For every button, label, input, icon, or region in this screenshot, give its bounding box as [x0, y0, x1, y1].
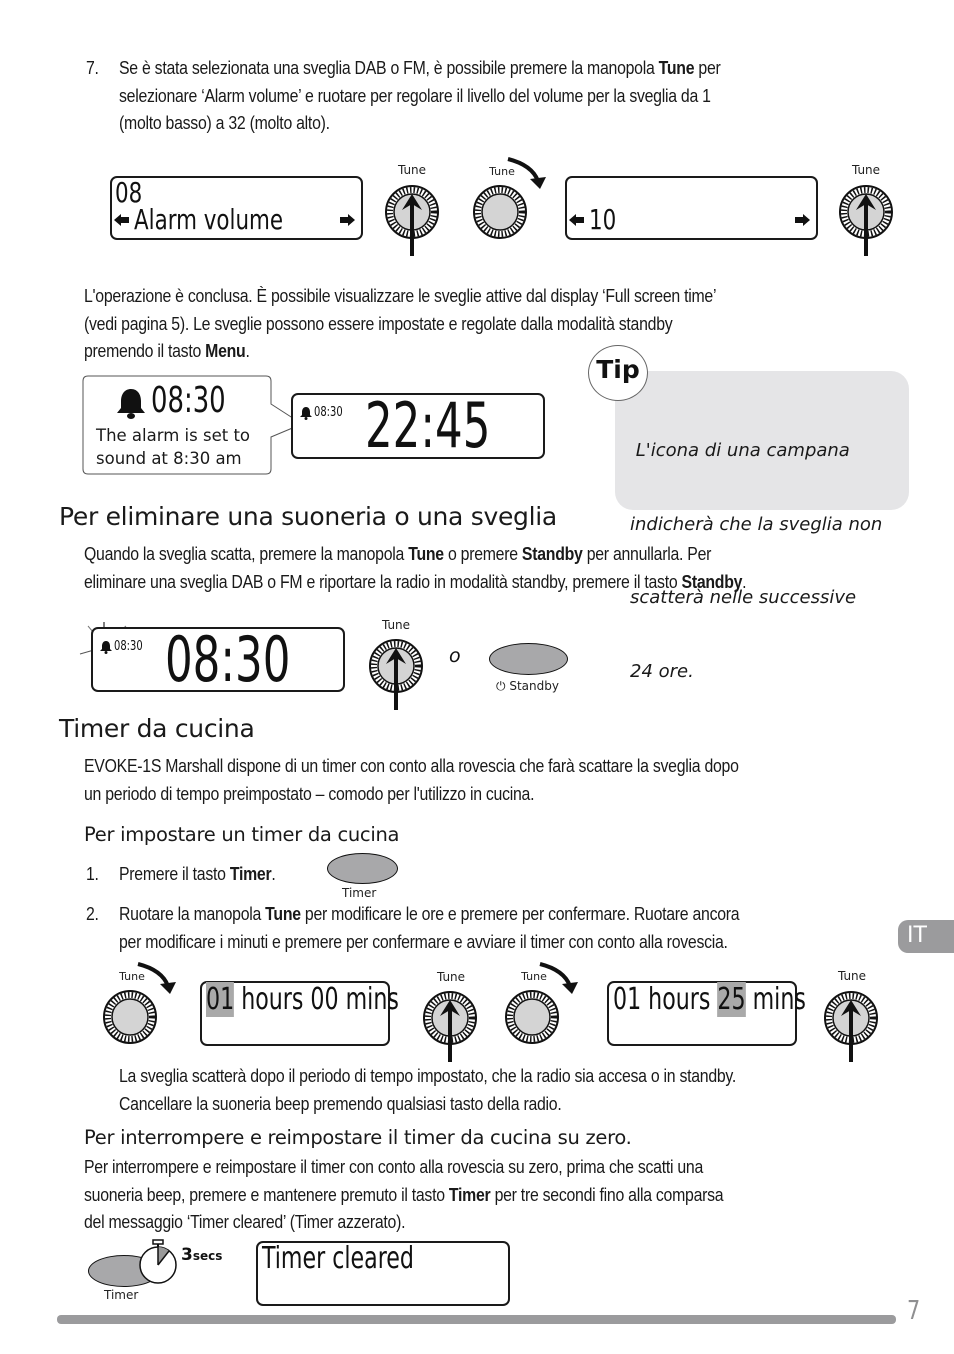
lcd-alarm-ringing: 08:30 08:30 [91, 623, 345, 696]
knob-label: Tune [397, 163, 427, 177]
power-icon: ⏻ [496, 679, 506, 693]
bell-icon [114, 386, 148, 425]
tune-knob-rotate-icon [473, 157, 546, 239]
reset-timer-text: Per interrompere e reimpostare il timer … [84, 1157, 724, 1232]
lcd-timer-hours: 01 hours 00 mins [200, 981, 399, 1046]
or-label: o [449, 645, 461, 667]
tune-knob-press-icon [369, 639, 423, 710]
conclusion-text: L'operazione è conclusa. È possibile vis… [84, 286, 717, 361]
callout-description: The alarm is set to sound at 8:30 am [96, 426, 251, 468]
language-tab: IT [898, 920, 954, 953]
standby-button[interactable] [489, 643, 568, 675]
tune-knob-rotate-icon [505, 962, 578, 1044]
tune-knob-press[interactable] [368, 634, 428, 717]
section-heading-kitchen-timer: Timer da cucina [59, 714, 255, 743]
lcd-small-alarm-time: 08:30 [314, 405, 343, 420]
lcd-big-time: 22:45 [365, 389, 491, 462]
lcd-clock-display: 08:30 22:45 [291, 389, 545, 462]
lcd-volume-value: 10 [565, 176, 818, 240]
step-1-number: 1. [86, 864, 99, 884]
tune-knob-rotate-icon [103, 962, 176, 1044]
page-footer-bar [57, 1315, 896, 1324]
lcd-alarm-volume: 08 Alarm volume [110, 176, 363, 240]
knob-label: Tune [381, 618, 411, 632]
knob-label: Tune [436, 970, 466, 984]
tune-knob-press-icon [423, 991, 477, 1062]
page-number: 7 [907, 1296, 921, 1326]
lcd-timer-minutes: 01 hours 25 mins [607, 981, 806, 1046]
kitchen-timer-intro: EVOKE-1S Marshall dispone di un timer co… [84, 756, 739, 804]
timer-button[interactable] [327, 853, 398, 884]
tune-knob-press-icon [839, 185, 893, 256]
standby-button-label: ⏻ Standby [496, 679, 559, 693]
lcd-timer-cleared: Timer cleared [256, 1241, 510, 1306]
step-7-text: Se è stata selezionata una sveglia DAB o… [119, 58, 721, 133]
stopwatch-icon [138, 1238, 182, 1291]
lcd-timer-text: 01 hours 25 mins [613, 982, 806, 1017]
tune-knob-press[interactable] [422, 986, 482, 1069]
section-heading-cancel-alarm: Per eliminare una suoneria o una sveglia [59, 502, 557, 531]
tune-knob-press-icon [385, 185, 439, 256]
callout-alarm-time: 08:30 [151, 380, 226, 421]
step-2-number: 2. [86, 904, 99, 924]
cancel-alarm-text: Quando la sveglia scatta, premere la man… [84, 544, 747, 592]
bell-small-icon [99, 640, 113, 659]
lcd-volume-number: 10 [589, 203, 617, 236]
tune-knob-press-icon [824, 991, 878, 1062]
arrow-right-icon [340, 213, 356, 232]
timer-behaviour-text: La sveglia scatterà dopo il periodo di t… [119, 1066, 737, 1114]
lcd-menu-label: Alarm volume [134, 203, 284, 236]
arrow-right-icon [795, 213, 811, 232]
minutes-highlight: 25 [717, 982, 746, 1017]
lcd-message: Timer cleared [262, 1241, 414, 1276]
arrow-left-icon [569, 213, 585, 232]
lcd-small-alarm-time: 08:30 [114, 639, 143, 654]
lcd-timer-text: 01 hours 00 mins [206, 982, 399, 1017]
timer-button-label: Timer [104, 1288, 139, 1302]
subheading-reset-timer: Per interrompere e reimpostare il timer … [84, 1126, 632, 1149]
step-7-number: 7. [86, 58, 99, 78]
tune-knob-press[interactable] [384, 180, 444, 263]
knob-label: Tune [851, 163, 881, 177]
bell-small-icon [299, 406, 313, 425]
hold-duration: 3secs [181, 1245, 223, 1265]
tune-knob-rotate[interactable] [468, 155, 552, 250]
arrow-left-icon [114, 213, 130, 232]
knob-label: Tune [837, 969, 867, 983]
lcd-big-time: 08:30 [165, 623, 291, 696]
tune-knob-rotate[interactable] [98, 960, 182, 1055]
tune-knob-press[interactable] [823, 986, 883, 1069]
step-2-text: Ruotare la manopola Tune per modificare … [119, 904, 740, 952]
timer-button-label: Timer [342, 886, 377, 900]
hours-highlight: 01 [206, 982, 235, 1017]
tune-knob-rotate[interactable] [500, 960, 584, 1055]
step-1-text: Premere il tasto Timer. [119, 864, 276, 884]
subheading-set-timer: Per impostare un timer da cucina [84, 823, 400, 846]
tune-knob-press[interactable] [838, 180, 898, 263]
